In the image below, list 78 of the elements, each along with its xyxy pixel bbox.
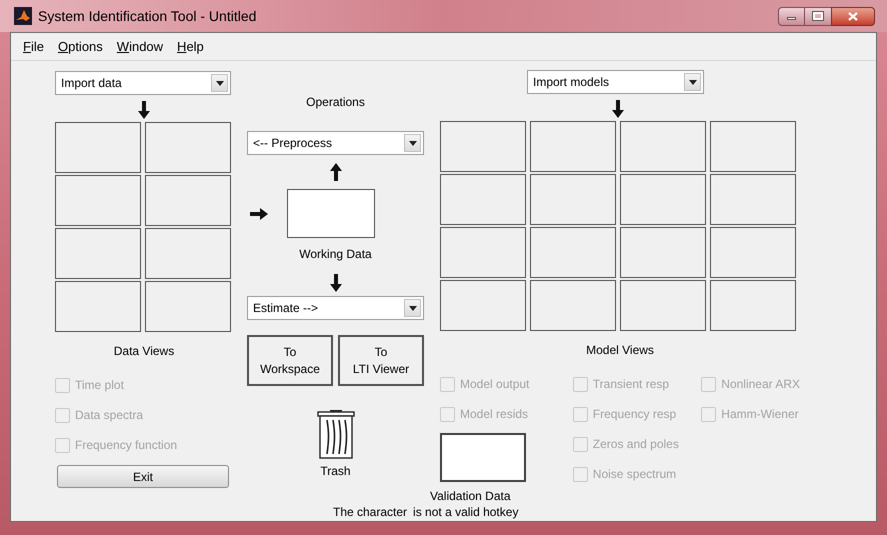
dropdown-value: Import models xyxy=(533,74,610,91)
trash-icon[interactable] xyxy=(316,410,354,460)
menu-item[interactable]: Help xyxy=(177,36,204,56)
checkbox-label: Time plot xyxy=(75,377,124,394)
checkbox-label: Frequency resp xyxy=(592,406,676,423)
maximize-icon xyxy=(813,12,823,20)
plot-board[interactable] xyxy=(55,228,141,279)
menu-item[interactable]: File xyxy=(23,36,44,56)
plot-board[interactable] xyxy=(440,121,526,172)
up-arrow-icon xyxy=(330,163,342,181)
close-button[interactable] xyxy=(831,6,875,26)
dropdown[interactable]: Import data xyxy=(55,71,231,95)
plot-board[interactable] xyxy=(620,174,706,225)
plot-board[interactable] xyxy=(530,227,616,278)
minimize-button[interactable] xyxy=(778,6,805,26)
caret-icon xyxy=(211,74,228,92)
dropdown[interactable]: <-- Preprocess xyxy=(247,131,424,155)
plot-board[interactable] xyxy=(55,175,141,226)
plot-board[interactable] xyxy=(620,121,706,172)
plot-board[interactable] xyxy=(530,174,616,225)
close-icon xyxy=(848,12,858,20)
plot-board[interactable] xyxy=(55,281,141,332)
plot-board[interactable] xyxy=(145,122,231,173)
minimize-icon xyxy=(787,16,796,20)
down-arrow-icon xyxy=(138,100,150,118)
dropdown-value: Estimate --> xyxy=(253,300,318,317)
plot-board[interactable] xyxy=(145,228,231,279)
caret-icon xyxy=(404,299,421,317)
plot-board[interactable] xyxy=(530,121,616,172)
export-button[interactable]: To Workspace xyxy=(247,335,333,386)
dropdown[interactable]: Import models xyxy=(527,70,704,94)
plot-board[interactable] xyxy=(55,122,141,173)
plot-board[interactable] xyxy=(710,227,796,278)
plot-board[interactable] xyxy=(710,121,796,172)
plot-board[interactable] xyxy=(440,227,526,278)
validation-data-board[interactable] xyxy=(440,433,526,482)
checkbox-label: Noise spectrum xyxy=(592,466,676,483)
checkbox-label: Model resids xyxy=(460,406,528,423)
working-data-board[interactable] xyxy=(287,189,375,238)
dropdown-value: <-- Preprocess xyxy=(253,135,332,152)
maximize-button[interactable] xyxy=(805,6,831,26)
checkbox-label: Frequency function xyxy=(75,437,178,454)
board-label: Validation Data xyxy=(430,488,512,505)
right-arrow-icon xyxy=(250,208,268,220)
down-arrow-icon xyxy=(330,274,342,292)
plot-board[interactable] xyxy=(440,174,526,225)
checkbox-label: Transient resp xyxy=(592,376,670,393)
plot-board[interactable] xyxy=(620,227,706,278)
status-text: is not a valid hotkey xyxy=(413,504,518,521)
section-title: Model Views xyxy=(586,342,654,359)
app-logo-icon xyxy=(14,7,32,25)
plot-board[interactable] xyxy=(530,280,616,331)
board-label: Working Data xyxy=(299,246,372,263)
section-title: Data Views xyxy=(114,343,174,360)
plot-board[interactable] xyxy=(440,280,526,331)
status-text: The character xyxy=(333,504,408,521)
menu-item[interactable]: Window xyxy=(116,36,164,56)
caret-icon xyxy=(404,134,421,152)
dropdown-value: Import data xyxy=(61,75,122,92)
trash-label: Trash xyxy=(320,463,351,480)
plot-board[interactable] xyxy=(710,280,796,331)
plot-board[interactable] xyxy=(620,280,706,331)
exit-button[interactable]: Exit xyxy=(57,465,229,488)
window-title: System Identification Tool - Untitled xyxy=(38,6,256,26)
checkbox-label: Model output xyxy=(460,376,530,393)
plot-board[interactable] xyxy=(710,174,796,225)
caret-icon xyxy=(684,73,701,91)
checkbox-label: Zeros and poles xyxy=(592,436,679,453)
section-title: Operations xyxy=(306,94,365,111)
plot-board[interactable] xyxy=(145,281,231,332)
dropdown[interactable]: Estimate --> xyxy=(247,296,424,320)
plot-board[interactable] xyxy=(145,175,231,226)
export-button[interactable]: To LTI Viewer xyxy=(338,335,424,386)
checkbox-label: Nonlinear ARX xyxy=(721,376,800,393)
checkbox-label: Hamm-Wiener xyxy=(721,406,799,423)
menu-item[interactable]: Options xyxy=(58,36,103,56)
down-arrow-icon xyxy=(612,100,624,118)
checkbox-label: Data spectra xyxy=(75,407,144,424)
